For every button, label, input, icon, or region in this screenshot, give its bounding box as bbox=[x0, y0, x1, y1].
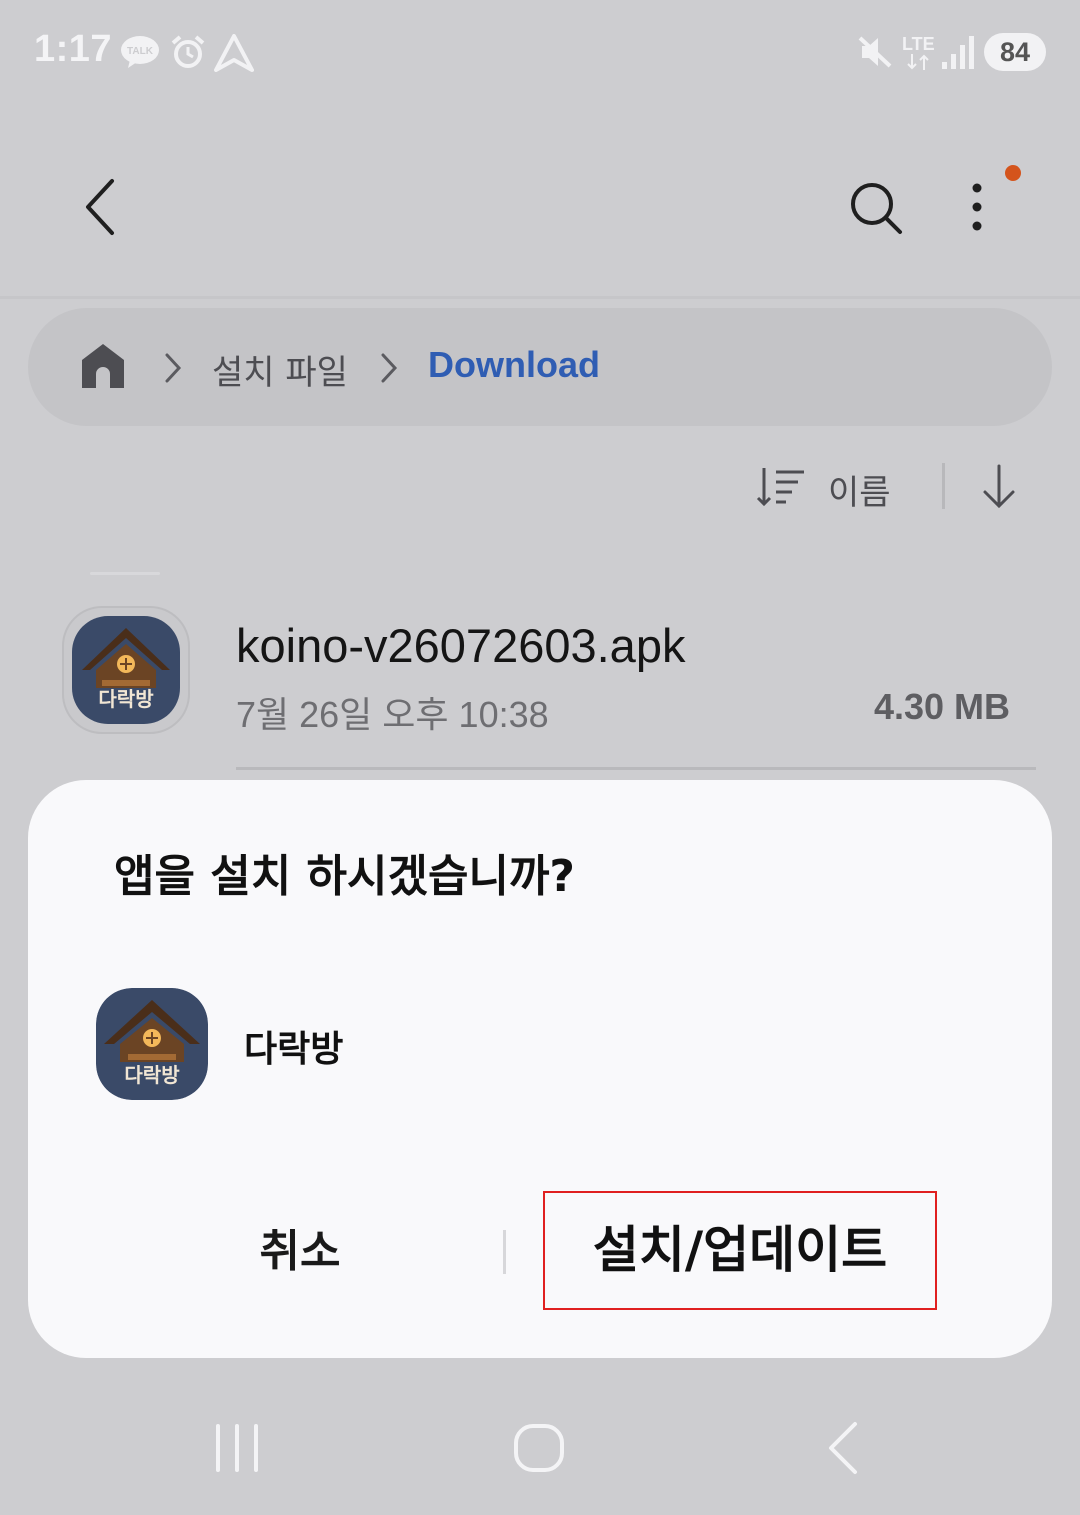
breadcrumb-item-current[interactable]: Download bbox=[428, 344, 600, 386]
list-divider bbox=[236, 767, 1036, 770]
app-icon-text: 다락방 bbox=[124, 1063, 180, 1087]
list-edge bbox=[90, 572, 160, 575]
sort-icon[interactable] bbox=[756, 466, 806, 508]
search-icon[interactable] bbox=[848, 180, 904, 236]
breadcrumb-item[interactable]: 설치 파일 bbox=[212, 345, 348, 394]
attic-app-logo-icon: 다락방 bbox=[72, 616, 180, 724]
data-arrows-icon bbox=[907, 54, 929, 70]
cancel-button[interactable]: 취소 bbox=[200, 1214, 400, 1290]
network-type: LTE bbox=[902, 34, 935, 54]
kakaotalk-icon: TALK bbox=[121, 36, 159, 68]
app-icon-text: 다락방 bbox=[98, 687, 154, 711]
more-options-icon[interactable] bbox=[964, 180, 990, 236]
notification-dot bbox=[1005, 165, 1021, 181]
file-size: 4.30 MB bbox=[873, 686, 1010, 727]
file-date: 7월 26일 오후 10:38 bbox=[236, 694, 549, 735]
file-app-icon: 다락방 bbox=[62, 606, 190, 734]
dialog-app-name: 다락방 bbox=[244, 1029, 344, 1070]
home-button-icon[interactable] bbox=[512, 1420, 566, 1476]
recent-apps-icon[interactable] bbox=[212, 1420, 262, 1476]
appbar-divider bbox=[0, 296, 1080, 299]
install-update-button[interactable]: 설치/업데이트 bbox=[543, 1191, 937, 1310]
attic-app-logo-icon: 다락방 bbox=[96, 988, 208, 1100]
dialog-app-icon: 다락방 bbox=[96, 988, 208, 1100]
back-icon[interactable] bbox=[80, 178, 120, 236]
alarm-icon bbox=[171, 35, 205, 68]
svg-text:TALK: TALK bbox=[127, 46, 154, 57]
battery-level: 84 bbox=[984, 33, 1046, 71]
sort-direction-icon[interactable] bbox=[980, 464, 1018, 510]
dialog-title: 앱을 설치 하시겠습니까? bbox=[114, 851, 575, 902]
chevron-right-icon bbox=[381, 353, 398, 383]
home-icon[interactable] bbox=[80, 342, 126, 390]
sort-divider bbox=[942, 463, 945, 509]
file-name[interactable]: koino-v26072603.apk bbox=[236, 618, 685, 673]
chevron-right-icon bbox=[165, 353, 182, 383]
mute-icon bbox=[858, 36, 892, 68]
sort-label[interactable]: 이름 bbox=[828, 465, 891, 514]
status-time: 1:17 bbox=[34, 28, 113, 70]
back-nav-icon[interactable] bbox=[822, 1420, 862, 1476]
button-divider bbox=[503, 1230, 506, 1274]
signal-icon bbox=[942, 36, 974, 69]
navigation-icon bbox=[214, 34, 254, 72]
